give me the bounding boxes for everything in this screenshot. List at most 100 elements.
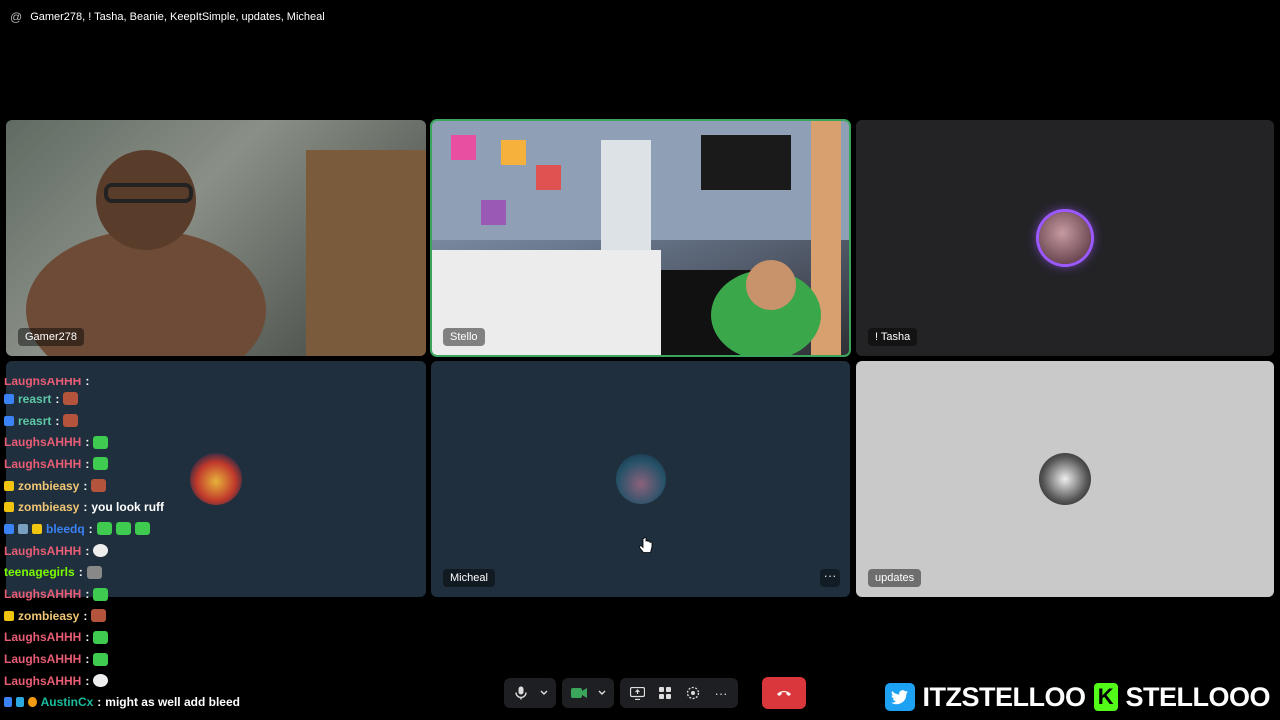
- video-tile-micheal[interactable]: Micheal ···: [431, 361, 850, 597]
- emote-icon: [93, 544, 109, 558]
- emote-icon: [134, 522, 150, 536]
- kick-handle: STELLOOO: [1125, 681, 1271, 712]
- chat-message: you look ruff: [91, 500, 165, 515]
- emote-icon: [115, 522, 131, 536]
- action-group: ···: [620, 678, 738, 708]
- name-tag: Gamer278: [18, 328, 84, 346]
- emote-icon: [91, 609, 107, 623]
- call-controls: ···: [504, 677, 806, 709]
- avatar: [1039, 212, 1091, 264]
- video-tile-tasha[interactable]: ! Tasha: [856, 120, 1274, 356]
- chat-user: LaughsAHHH: [4, 652, 82, 667]
- video-tile-updates[interactable]: updates: [856, 361, 1274, 597]
- hand-cursor-icon: [639, 537, 653, 560]
- name-tag: Stello: [443, 328, 485, 346]
- soundboard-icon[interactable]: [682, 682, 704, 704]
- name-tag: updates: [868, 569, 922, 587]
- chat-line: LaughsAHHH:: [0, 670, 240, 692]
- avatar: [615, 454, 666, 504]
- emote-icon: [93, 587, 109, 601]
- chat-message: might as well add bleed: [105, 695, 240, 710]
- chat-line: LaughsAHHH:: [0, 648, 240, 670]
- chat-line: LaughsAHHH:: [0, 540, 240, 562]
- chevron-down-icon[interactable]: [596, 682, 608, 704]
- emote-icon: [93, 435, 109, 449]
- chat-user: zombieasy: [18, 500, 80, 515]
- emote-icon: [86, 565, 102, 579]
- chat-line: teenagegirls:: [0, 562, 240, 584]
- chat-user: zombieasy: [18, 478, 80, 493]
- badge-icon: [18, 523, 28, 534]
- chat-user: LaughsAHHH: [4, 456, 82, 471]
- badge-icon: [4, 523, 14, 534]
- camera-feed: [431, 120, 850, 356]
- chat-user: LaughsAHHH: [4, 630, 82, 645]
- activities-icon[interactable]: [654, 682, 676, 704]
- chat-overlay: LaughsAHHH: reasrt: reasrt: LaughsAHHH: …: [0, 378, 240, 713]
- badge-icon: [4, 415, 14, 426]
- emote-icon: [91, 479, 107, 493]
- chat-line: zombieasy:: [0, 605, 240, 627]
- chat-user: bleedq: [46, 521, 85, 536]
- camera-feed: [26, 150, 426, 356]
- name-tag: ! Tasha: [868, 328, 918, 346]
- more-options-icon[interactable]: ···: [710, 682, 732, 704]
- chat-line: LaughsAHHH:: [0, 378, 240, 388]
- crown-badge-icon: [4, 480, 14, 491]
- chat-line: AustinCx: might as well add bleed: [0, 692, 240, 714]
- video-tile-gamer278[interactable]: Gamer278: [6, 120, 426, 356]
- emote-icon: [96, 522, 112, 536]
- microphone-icon[interactable]: [510, 682, 532, 704]
- emote-icon: [63, 414, 79, 428]
- at-icon: @: [10, 10, 23, 24]
- chat-user: teenagegirls: [4, 565, 75, 580]
- chat-line: reasrt:: [0, 388, 240, 410]
- emote-icon: [93, 674, 109, 688]
- crown-badge-icon: [4, 610, 14, 621]
- camera-icon[interactable]: [568, 682, 590, 704]
- chat-user: reasrt: [18, 413, 52, 428]
- avatar: [1039, 453, 1091, 505]
- participants-label: Gamer278, ! Tasha, Beanie, KeepItSimple,…: [30, 11, 325, 23]
- chat-line: LaughsAHHH:: [0, 431, 240, 453]
- phone-hangup-icon: [777, 691, 791, 696]
- screen-share-icon[interactable]: [626, 682, 648, 704]
- camera-group: [562, 678, 614, 708]
- video-tile-stello[interactable]: Stello: [430, 119, 851, 357]
- chat-line: LaughsAHHH:: [0, 627, 240, 649]
- badge-icon: [4, 393, 14, 404]
- chat-line: LaughsAHHH:: [0, 453, 240, 475]
- social-handles: ITZSTELLOO K STELLOOO: [884, 680, 1271, 714]
- crown-badge-icon: [32, 523, 42, 534]
- badge-icon: [16, 697, 25, 708]
- chat-user: LaughsAHHH: [4, 543, 82, 558]
- chat-line: LaughsAHHH:: [0, 583, 240, 605]
- chat-user: AustinCx: [40, 695, 94, 710]
- emote-icon: [93, 652, 109, 666]
- crown-badge-icon: [4, 502, 14, 513]
- participants-bar: @ Gamer278, ! Tasha, Beanie, KeepItSimpl…: [10, 8, 325, 26]
- hangup-button[interactable]: [762, 677, 806, 709]
- chat-user: zombieasy: [18, 608, 80, 623]
- chat-user: LaughsAHHH: [4, 435, 82, 450]
- twitter-handle: ITZSTELLOO: [922, 681, 1087, 712]
- mic-group: [504, 678, 556, 708]
- emote-icon: [63, 392, 79, 406]
- chevron-down-icon[interactable]: [538, 682, 550, 704]
- emote-icon: [93, 457, 109, 471]
- kick-logo-icon: K: [1093, 683, 1118, 711]
- name-tag: Micheal: [443, 569, 495, 587]
- chat-user: LaughsAHHH: [4, 587, 82, 602]
- chat-user: reasrt: [18, 391, 52, 406]
- chat-user: LaughsAHHH: [4, 673, 82, 688]
- twitter-bird-icon: [884, 683, 915, 711]
- more-options-icon[interactable]: ···: [820, 569, 840, 587]
- chat-line: bleedq:: [0, 518, 240, 540]
- chat-user: LaughsAHHH: [4, 378, 82, 388]
- chat-line: zombieasy:: [0, 475, 240, 497]
- badge-icon: [28, 697, 37, 708]
- emote-icon: [93, 630, 109, 644]
- chat-line: zombieasy: you look ruff: [0, 496, 240, 518]
- badge-icon: [4, 697, 13, 708]
- chat-line: reasrt:: [0, 410, 240, 432]
